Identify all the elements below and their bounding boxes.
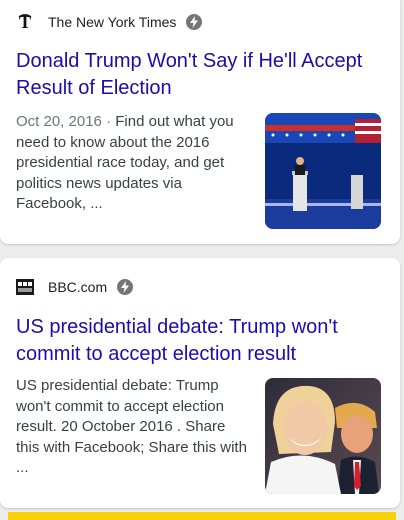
bottom-highlight-bar: [8, 512, 396, 520]
amp-lightning-icon: [186, 14, 203, 30]
result-thumbnail-debate-stage[interactable]: [265, 113, 381, 229]
result-thumbnail-candidates[interactable]: [265, 378, 381, 494]
source-row: BBC.com: [16, 276, 134, 298]
date-separator: ·: [101, 113, 116, 130]
result-title-link[interactable]: US presidential debate: Trump won't comm…: [16, 314, 388, 368]
nyt-logo-icon: T: [16, 13, 34, 31]
amp-lightning-icon: [117, 279, 134, 295]
result-date: Oct 20, 2016: [16, 113, 102, 130]
result-snippet: Oct 20, 2016 · Find out what you need to…: [16, 112, 252, 215]
source-name: The New York Times: [48, 14, 177, 30]
snippet-text: US presidential debate: Trump won't comm…: [16, 377, 247, 476]
source-row: T The New York Times: [16, 11, 203, 33]
bbc-news-logo-icon: [16, 278, 34, 296]
result-card-bbc[interactable]: BBC.com US presidential debate: Trump wo…: [0, 258, 400, 508]
source-name: BBC.com: [48, 279, 108, 295]
result-title-link[interactable]: Donald Trump Won't Say if He'll Accept R…: [16, 48, 388, 102]
result-card-nyt[interactable]: T The New York Times Donald Trump Won't …: [0, 0, 400, 244]
result-snippet: US presidential debate: Trump won't comm…: [16, 376, 252, 479]
